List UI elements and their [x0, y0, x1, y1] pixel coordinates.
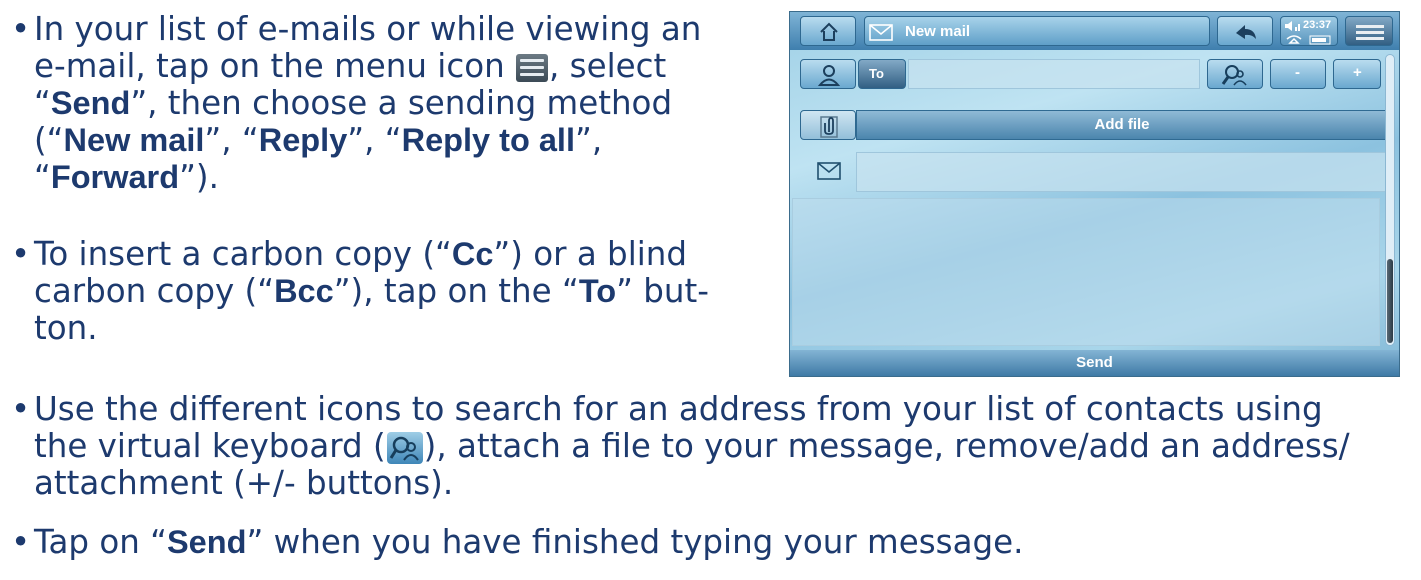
menu-icon [516, 54, 549, 82]
add-button[interactable]: + [1333, 59, 1381, 89]
text: ton. [34, 309, 98, 347]
mail-icon [817, 162, 841, 180]
text: , select [549, 47, 667, 85]
text: New mail [63, 122, 205, 158]
text: ” when you have finished typing your mes… [246, 523, 1024, 561]
window-title: New mail [905, 23, 971, 40]
text: Tap on “ [34, 523, 167, 561]
subject-icon-area [800, 152, 856, 192]
home-button[interactable] [800, 16, 856, 46]
device-screenshot: New mail 23:37 To - + Add file Send [789, 11, 1400, 377]
status-area: 23:37 [1280, 16, 1338, 46]
text: Forward [50, 159, 180, 195]
text: ” but- [616, 272, 709, 310]
top-bar: New mail 23:37 [790, 12, 1399, 50]
text: Reply [258, 122, 348, 158]
contact-button[interactable] [800, 59, 856, 89]
menu-button[interactable] [1345, 16, 1393, 46]
clock: 23:37 [1303, 19, 1332, 31]
text: “ [34, 84, 51, 122]
bullet-dot: • [11, 10, 31, 48]
back-icon [1236, 25, 1256, 39]
volume-icon [1285, 21, 1300, 31]
text: To [578, 273, 617, 309]
text: Send [167, 524, 247, 560]
send-button[interactable]: Send [790, 350, 1399, 376]
text: (“ [34, 121, 64, 159]
bullet-3: • Use the different icons to search for … [11, 390, 1350, 502]
bullet-1: • In your list of e-mails or while viewi… [11, 10, 702, 196]
subject-field[interactable] [856, 152, 1388, 192]
plus-label: + [1353, 64, 1362, 81]
minus-label: - [1295, 64, 1300, 81]
search-contact-icon [1221, 65, 1247, 86]
attachment-icon [820, 116, 838, 138]
text: ”, then choose a sending method [130, 84, 673, 122]
text: In your list of e-mails or while viewing… [34, 10, 702, 48]
bullet-dot: • [11, 390, 31, 428]
text: Reply to all [401, 122, 575, 158]
remove-button[interactable]: - [1270, 59, 1326, 89]
to-button[interactable]: To [858, 59, 906, 89]
text: To insert a carbon copy (“ [34, 235, 452, 273]
text: Use the different icons to search for an… [34, 390, 1323, 428]
bullet-dot: • [11, 235, 31, 273]
text: ”). [179, 158, 219, 196]
text: attachment (+/- buttons). [34, 464, 454, 502]
attachment-button[interactable] [800, 110, 856, 140]
text: ”) or a blind [493, 235, 687, 273]
to-label: To [869, 66, 884, 81]
title-bar: New mail [864, 16, 1210, 46]
text: Cc [451, 236, 494, 272]
bullet-4: • Tap on “Send” when you have finished t… [11, 523, 1024, 561]
text: e-mail, tap on the menu icon [34, 47, 516, 85]
home-icon [820, 22, 838, 41]
text: ”, “ [347, 121, 402, 159]
menu-icon [1356, 25, 1384, 40]
back-button[interactable] [1217, 16, 1273, 46]
search-contact-button[interactable] [1207, 59, 1263, 89]
text: ”, [575, 121, 603, 159]
bullet-dot: • [11, 523, 31, 561]
text: the virtual keyboard ( [34, 427, 386, 465]
scrollbar[interactable] [1385, 54, 1395, 346]
add-file-button[interactable]: Add file [856, 110, 1388, 140]
text: Send [50, 85, 131, 121]
text: ”), tap on the “ [333, 272, 579, 310]
bullet-2: • To insert a carbon copy (“Cc”) or a bl… [11, 235, 709, 347]
scroll-thumb[interactable] [1387, 259, 1393, 343]
text: Bcc [274, 273, 334, 309]
text: “ [34, 158, 51, 196]
text: ”, “ [204, 121, 259, 159]
contact-icon [817, 65, 841, 86]
text: carbon copy (“ [34, 272, 275, 310]
mail-icon [869, 24, 893, 41]
to-field[interactable] [908, 59, 1200, 89]
search-contact-icon [386, 432, 423, 464]
text: ), attach a file to your message, remove… [423, 427, 1350, 465]
message-body[interactable] [792, 198, 1380, 346]
wifi-battery-icon [1286, 35, 1331, 45]
